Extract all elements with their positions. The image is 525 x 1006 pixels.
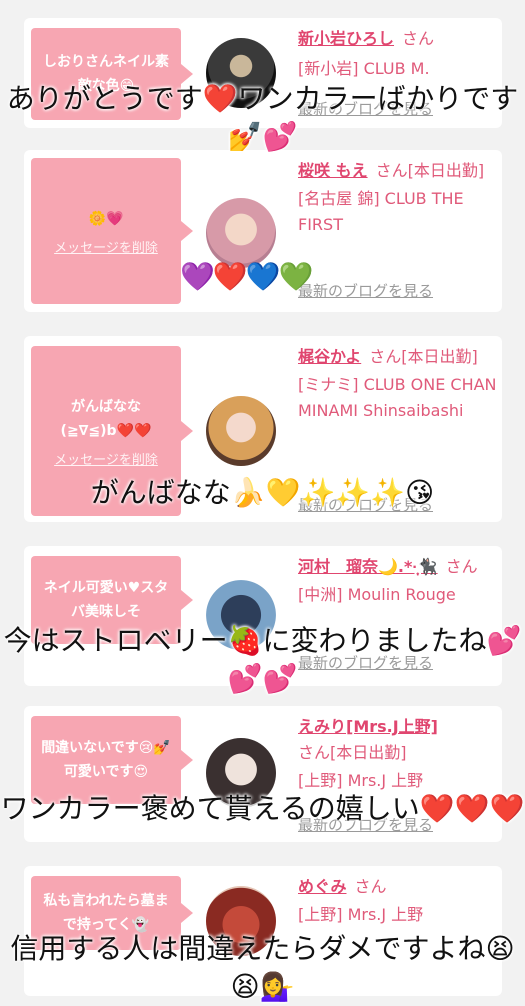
profile-info: 梶谷かよ さん[本日出勤] [ミナミ] CLUB ONE CHAN MINAMI … [298, 344, 498, 424]
honorific: さん[本日出勤] [375, 161, 485, 180]
message-text: 🌼💗 [88, 210, 124, 227]
user-name[interactable]: めぐみ [298, 877, 346, 896]
overlay-caption: 今はストロベリー🍓に変わりましたね💕💕💕 [3, 624, 522, 695]
message-text: ネイル可愛い♥スタバ美味しそ [43, 580, 169, 620]
profile-info: 桜咲 もえ さん[本日出勤] [名古屋 錦] CLUB THE FIRST [298, 158, 498, 238]
user-name[interactable]: 桜咲 もえ [298, 161, 368, 180]
message-bubble: 🌼💗 メッセージを削除 [31, 158, 193, 304]
profile-info: 河村 瑠奈🌙.*·̩͙🐈‍⬛ さん [中洲] Moulin Rouge [298, 554, 498, 608]
profile-info: 新小岩ひろし さん [新小岩] CLUB M. [298, 26, 498, 82]
overlay-caption: ありがとうです❤️ワンカラーばかりです💅💕 [6, 82, 519, 153]
honorific: さん[本日出勤] [298, 743, 407, 762]
shop-name: [中洲] Moulin Rouge [298, 585, 456, 604]
profile-info: えみり[Mrs.J上野] さん[本日出勤] [上野] Mrs.J 上野 [298, 714, 498, 794]
honorific: さん [354, 877, 387, 896]
honorific: さん [402, 29, 435, 48]
delete-message-link[interactable]: メッセージを削除 [54, 449, 158, 468]
overlay-caption: がんばなな🍌💛✨✨✨😘 [90, 476, 435, 509]
shop-name: [新小岩] CLUB M. [298, 59, 430, 78]
shop-name: [ミナミ] CLUB ONE CHAN MINAMI Shinsaibashi [298, 375, 497, 420]
message-text: 間違いないです😢💅可愛いです😍 [41, 740, 171, 780]
overlay-hearts: 💜❤️💙💚 [180, 260, 313, 293]
honorific: さん[本日出勤] [369, 347, 478, 366]
avatar[interactable] [206, 396, 276, 466]
message-text: がんばなな(≧∇≦)b❤️❤️ [60, 398, 152, 439]
shop-name: [上野] Mrs.J 上野 [298, 905, 424, 924]
delete-message-link[interactable]: メッセージを削除 [54, 237, 158, 256]
user-name[interactable]: 新小岩ひろし [298, 29, 394, 48]
honorific: さん [445, 557, 478, 576]
latest-blog-link[interactable]: 最新のブログを見る [298, 280, 433, 301]
avatar[interactable] [206, 198, 276, 268]
user-name[interactable]: 梶谷かよ [298, 347, 361, 366]
shop-name: [名古屋 錦] CLUB THE FIRST [298, 189, 464, 234]
overlay-caption: ワンカラー褒めて貰えるの嬉しい❤️❤️❤️ [0, 792, 525, 825]
profile-info: めぐみ さん [上野] Mrs.J 上野 [298, 874, 498, 928]
user-name[interactable]: 河村 瑠奈🌙.*·̩͙🐈‍⬛ [298, 557, 438, 576]
overlay-caption: 信用する人は間違えたらダメですよね😫😫💁‍♀️ [10, 932, 515, 1003]
user-name[interactable]: えみり[Mrs.J上野] [298, 717, 438, 736]
